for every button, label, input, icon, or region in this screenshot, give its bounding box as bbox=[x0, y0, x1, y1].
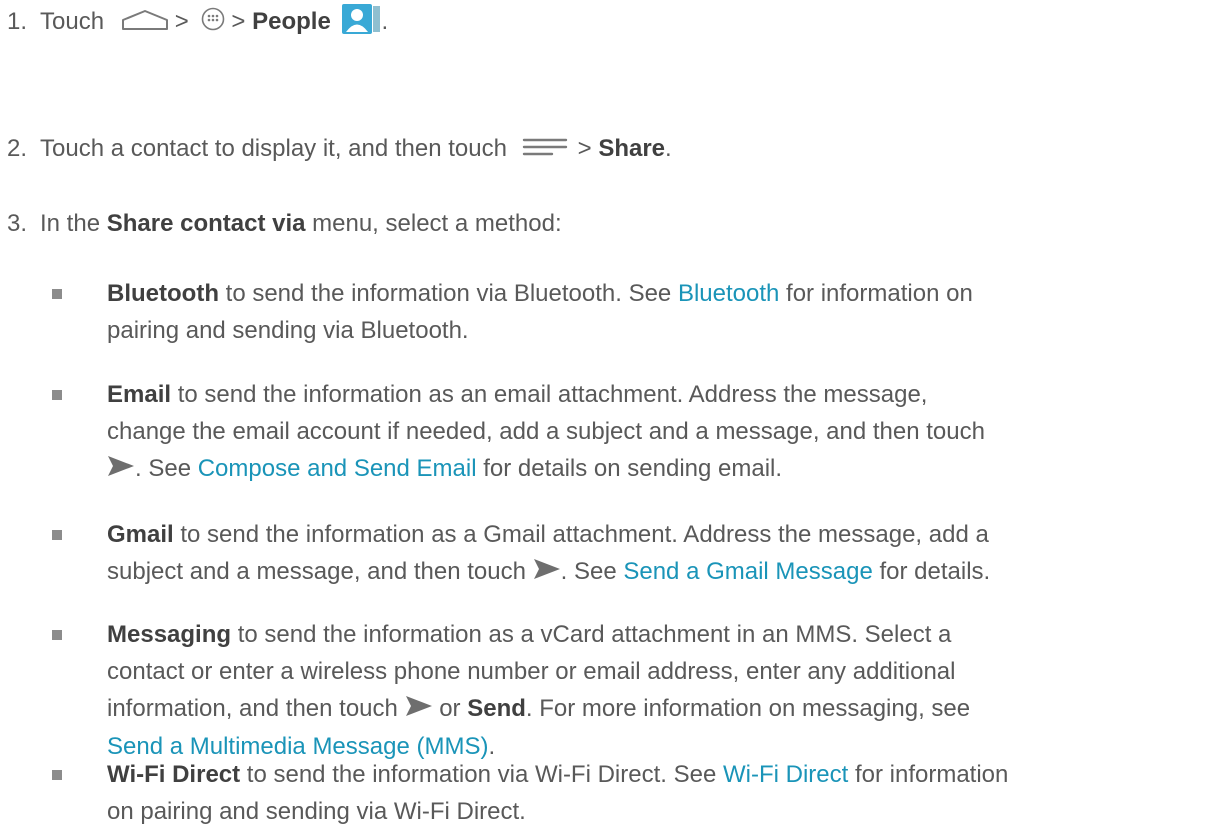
method-text: to send the information as a vCard attac… bbox=[231, 621, 952, 648]
method-text: for details on sending email. bbox=[476, 455, 783, 482]
method-name: Messaging bbox=[107, 621, 232, 648]
step-text: Touch bbox=[40, 7, 105, 35]
method-gmail: Gmail to send the information as a Gmail… bbox=[107, 516, 1207, 591]
bullet-icon bbox=[52, 530, 62, 540]
method-text: for information on bbox=[779, 280, 973, 307]
step-text: Touch a contact to display it, and then … bbox=[40, 135, 507, 162]
separator: > bbox=[231, 7, 246, 35]
method-name: Wi-Fi Direct bbox=[107, 761, 241, 788]
bullet-icon bbox=[52, 630, 62, 640]
step-2: 2. Touch a contact to display it, and the… bbox=[7, 134, 672, 164]
method-email: Email to send the information as an emai… bbox=[107, 376, 1207, 488]
send-gmail-message-link[interactable]: Send a Gmail Message bbox=[623, 558, 872, 585]
step-3: 3. In the Share contact via menu, select … bbox=[7, 209, 562, 238]
send-icon bbox=[533, 554, 561, 591]
step-1: 1. Touch > > People . bbox=[7, 3, 388, 42]
menu-icon bbox=[522, 135, 568, 164]
send-label: Send bbox=[467, 695, 526, 722]
step-number: 1. bbox=[7, 7, 28, 35]
menu-name: Share contact via bbox=[106, 210, 306, 237]
method-wifi-direct: Wi-Fi Direct to send the information via… bbox=[107, 756, 1207, 830]
send-icon bbox=[107, 451, 135, 488]
method-text: pairing and sending via Bluetooth. bbox=[107, 317, 469, 344]
method-text: contact or enter a wireless phone number… bbox=[107, 658, 956, 685]
share-label: Share bbox=[598, 135, 666, 162]
method-text: to send the information as a Gmail attac… bbox=[173, 521, 989, 548]
method-text: for details. bbox=[872, 558, 991, 585]
step-text: In the bbox=[40, 210, 101, 237]
method-text: . For more information on messaging, see bbox=[525, 695, 971, 722]
method-name: Email bbox=[107, 381, 172, 408]
method-text: to send the information as an email atta… bbox=[171, 381, 928, 408]
document-page: 1. Touch > > People . 2. Touch a contact t… bbox=[0, 0, 1219, 825]
bullet-icon bbox=[52, 770, 62, 780]
method-text: . See bbox=[135, 455, 198, 482]
method-text: to send the information via Wi-Fi Direct… bbox=[240, 761, 723, 788]
people-label: People bbox=[252, 7, 331, 35]
bluetooth-link[interactable]: Bluetooth bbox=[678, 280, 779, 307]
method-messaging: Messaging to send the information as a v… bbox=[107, 616, 1207, 765]
method-text: for information bbox=[848, 761, 1009, 788]
send-icon bbox=[405, 691, 433, 728]
bullet-icon bbox=[52, 390, 62, 400]
method-text: or bbox=[432, 695, 468, 722]
method-text: information, and then touch bbox=[107, 695, 405, 722]
separator: > bbox=[577, 135, 592, 162]
method-text: . See bbox=[560, 558, 624, 585]
people-app-icon bbox=[341, 3, 381, 42]
step-text: menu, select a method: bbox=[312, 210, 562, 237]
method-text: subject and a message, and then touch bbox=[107, 558, 533, 585]
period: . bbox=[381, 7, 389, 35]
method-text: on pairing and sending via Wi-Fi Direct. bbox=[107, 798, 526, 825]
method-bluetooth: Bluetooth to send the information via Bl… bbox=[107, 275, 1207, 349]
bullet-icon bbox=[52, 289, 62, 299]
wifi-direct-link[interactable]: Wi-Fi Direct bbox=[723, 761, 848, 788]
method-text: change the email account if needed, add … bbox=[107, 418, 985, 445]
method-name: Gmail bbox=[107, 521, 174, 548]
home-icon bbox=[121, 8, 169, 37]
separator: > bbox=[174, 7, 189, 35]
compose-send-email-link[interactable]: Compose and Send Email bbox=[198, 455, 477, 482]
step-number: 2. bbox=[7, 135, 28, 162]
step-number: 3. bbox=[7, 210, 28, 237]
method-name: Bluetooth bbox=[107, 280, 219, 307]
apps-icon bbox=[201, 7, 225, 38]
period: . bbox=[665, 135, 672, 162]
method-text: to send the information via Bluetooth. S… bbox=[218, 280, 678, 307]
